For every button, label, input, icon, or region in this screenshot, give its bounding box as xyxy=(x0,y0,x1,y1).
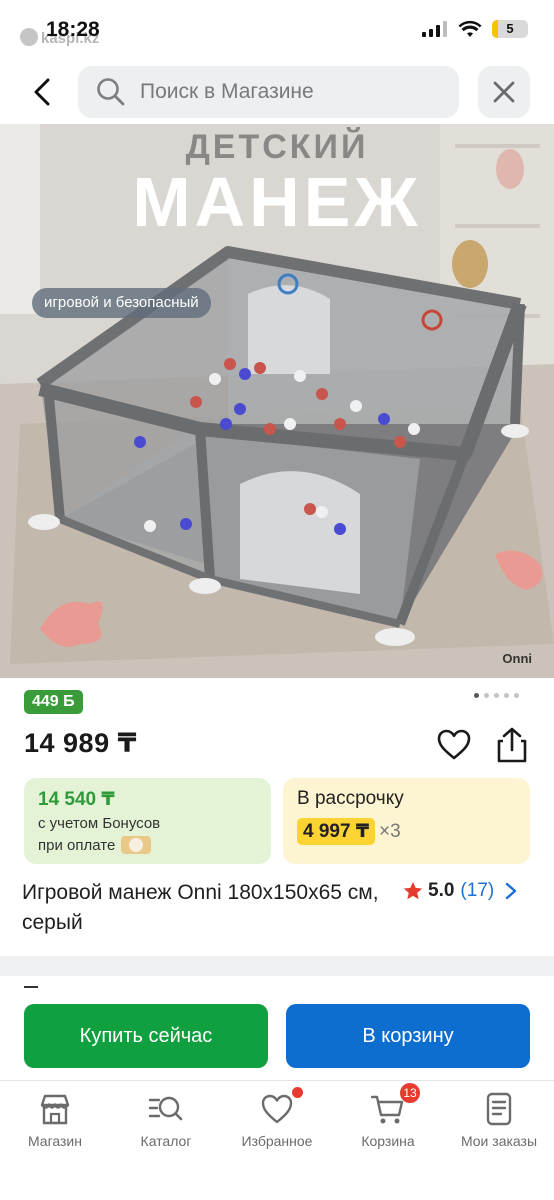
nav-item-favorites[interactable]: Избранное xyxy=(222,1087,332,1161)
star-icon xyxy=(403,881,423,900)
search-header: Поиск в Магазине xyxy=(0,62,554,124)
pagination-dot[interactable] xyxy=(514,693,519,698)
nav-item-cart[interactable]: 13 Корзина xyxy=(333,1083,443,1161)
product-image-carousel[interactable]: ДЕТСКИЙ МАНЕЖ игровой и безопасный Onni xyxy=(0,124,554,678)
close-button[interactable] xyxy=(478,66,530,118)
cart-icon: 13 xyxy=(370,1083,420,1127)
nav-label-orders: Мои заказы xyxy=(460,1133,538,1149)
bonus-price-amount: 14 540 ₸ xyxy=(38,789,115,810)
brand-mark: Onni xyxy=(502,651,532,666)
buy-now-button[interactable]: Купить сейчас xyxy=(24,1004,268,1068)
signal-icon xyxy=(422,21,447,37)
favorite-button[interactable] xyxy=(436,728,472,762)
installment-card[interactable]: В рассрочку 4 997 ₸ ×3 xyxy=(283,778,530,864)
search-icon xyxy=(97,78,125,106)
add-to-cart-button[interactable]: В корзину xyxy=(286,1004,530,1068)
kaspi-card-icon xyxy=(121,836,152,854)
pagination-dot[interactable] xyxy=(484,693,489,698)
pagination-dot[interactable] xyxy=(494,693,499,698)
orders-icon xyxy=(481,1091,517,1127)
search-placeholder: Поиск в Магазине xyxy=(140,80,314,103)
back-button[interactable] xyxy=(22,72,62,112)
share-icon xyxy=(497,727,527,763)
chevron-left-icon xyxy=(34,78,50,106)
rating-link[interactable]: 5.0 (17) xyxy=(402,880,518,902)
bonus-badge: 449 Б xyxy=(24,690,83,714)
nav-label-favorites: Избранное xyxy=(241,1133,313,1149)
search-input[interactable]: Поиск в Магазине xyxy=(78,66,459,118)
cart-count-badge: 13 xyxy=(400,1083,420,1103)
heart-icon xyxy=(437,729,471,760)
section-divider xyxy=(0,956,554,976)
nav-item-shop[interactable]: Магазин xyxy=(0,1091,110,1161)
nav-label-catalog: Каталог xyxy=(140,1133,192,1149)
bonus-price-line1: с учетом Бонусов xyxy=(38,815,161,832)
product-title: Игровой манеж Onni 180x150x65 см, серый xyxy=(22,881,379,934)
review-count[interactable]: (17) xyxy=(460,880,494,902)
battery-icon: 5 xyxy=(492,20,528,38)
installment-title: В рассрочку xyxy=(297,788,404,809)
image-badge: игровой и безопасный xyxy=(32,288,211,318)
pagination-dot[interactable] xyxy=(474,693,479,698)
section-dash xyxy=(24,986,38,988)
bonus-price-line2: при оплате xyxy=(38,836,116,854)
status-indicators: 5 xyxy=(422,20,528,38)
bonus-price-card[interactable]: 14 540 ₸ с учетом Бонусов при оплате xyxy=(24,778,271,864)
nav-label-shop: Магазин xyxy=(27,1133,82,1149)
installment-row: 4 997 ₸ ×3 xyxy=(297,818,516,845)
installment-multiplier: ×3 xyxy=(379,820,401,842)
shop-icon xyxy=(37,1091,73,1127)
status-bar: kaspi.kz 18:28 5 xyxy=(0,0,554,62)
close-icon xyxy=(493,81,515,103)
bottom-nav: Магазин Каталог Избранное 13 Корзина Мои… xyxy=(0,1080,554,1200)
installment-price: 4 997 ₸ xyxy=(297,818,376,845)
bonus-price-line2-row: при оплате xyxy=(38,836,257,854)
rating-score: 5.0 xyxy=(428,880,455,901)
wifi-icon xyxy=(458,20,482,37)
pagination-dot[interactable] xyxy=(504,693,509,698)
image-title-big: МАНЕЖ xyxy=(132,163,422,241)
nav-item-orders[interactable]: Мои заказы xyxy=(444,1091,554,1161)
heart-icon xyxy=(259,1087,303,1127)
product-price: 14 989 ₸ xyxy=(24,728,137,758)
favorites-dot xyxy=(292,1087,303,1098)
kaspi-logo-icon xyxy=(20,28,38,46)
share-button[interactable] xyxy=(494,726,530,764)
chevron-right-icon xyxy=(506,882,517,900)
nav-item-catalog[interactable]: Каталог xyxy=(111,1091,221,1161)
status-time: 18:28 xyxy=(46,18,100,41)
catalog-icon xyxy=(148,1091,184,1127)
carousel-pagination xyxy=(474,693,519,698)
nav-label-cart: Корзина xyxy=(361,1133,415,1149)
